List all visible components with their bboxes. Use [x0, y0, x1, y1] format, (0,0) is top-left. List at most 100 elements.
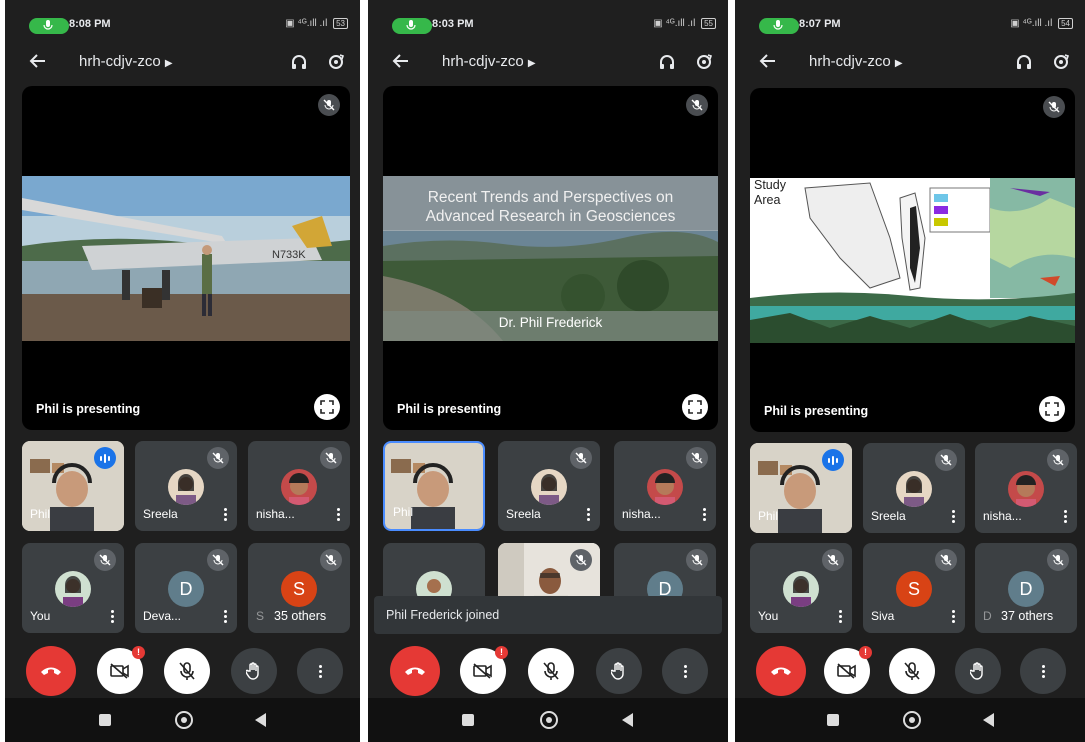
more-vert-icon[interactable] [337, 508, 340, 521]
meeting-title[interactable]: hrh-cdjv-zco ▶ [809, 53, 903, 70]
meeting-title[interactable]: hrh-cdjv-zco ▶ [79, 53, 173, 70]
more-vert-icon[interactable] [1064, 510, 1067, 523]
participant-tile-nisha[interactable]: nisha... [975, 443, 1077, 533]
arrow-left-icon[interactable] [29, 52, 47, 75]
speaking-indicator-icon [822, 449, 844, 471]
raise-hand-button[interactable] [955, 648, 1001, 694]
home-nav-icon[interactable] [540, 711, 558, 729]
participant-tile-others[interactable]: D D 37 others [975, 543, 1077, 633]
status-time: 8:08 PM [69, 18, 111, 30]
participant-tile-sreela[interactable]: Sreela [498, 441, 600, 531]
mic-toggle-button[interactable] [164, 648, 210, 694]
more-vert-icon[interactable] [952, 510, 955, 523]
mic-toggle-button[interactable] [528, 648, 574, 694]
others-count[interactable]: 35 others [274, 609, 326, 623]
camera-flip-icon[interactable] [326, 52, 346, 77]
slide-title: Recent Trends and Perspectives on Advanc… [425, 189, 676, 225]
end-call-icon [41, 667, 61, 675]
caret-right-icon: ▶ [164, 58, 173, 69]
more-vert-icon[interactable] [224, 610, 227, 623]
participant-tile-nisha[interactable]: nisha... [614, 441, 716, 531]
presentation-stage[interactable]: N733K Phil is presenting [22, 86, 350, 430]
back-nav-icon[interactable] [622, 713, 633, 727]
more-options-button[interactable] [662, 648, 708, 694]
more-vert-icon[interactable] [587, 508, 590, 521]
participant-tile-deva[interactable]: D Deva... [135, 543, 237, 633]
end-call-button[interactable] [26, 646, 76, 696]
mic-off-icon [570, 447, 592, 469]
presentation-stage[interactable]: Recent Trends and Perspectives on Advanc… [383, 86, 718, 430]
camera-off-icon [837, 663, 856, 679]
status-icons: ▣ ⁴ᴳ.ıll .ıl 55 [653, 18, 716, 29]
end-call-icon [771, 667, 791, 675]
battery-level: 54 [1058, 18, 1073, 29]
more-options-button[interactable] [1020, 648, 1066, 694]
status-bar: 8:07 PM ▣ ⁴ᴳ.ıll .ıl 54 [735, 6, 1085, 36]
participant-tile-siva[interactable]: S Siva [863, 543, 965, 633]
presentation-stage[interactable]: Study Area Phil is presenting [750, 88, 1075, 432]
more-options-button[interactable] [297, 648, 343, 694]
presenting-label: Phil is presenting [764, 404, 869, 418]
participant-tile-nisha[interactable]: nisha... [248, 441, 350, 531]
end-call-button[interactable] [390, 646, 440, 696]
participant-tile-sreela[interactable]: Sreela [863, 443, 965, 533]
participant-tile-phil[interactable]: Phil [22, 441, 124, 531]
back-nav-icon[interactable] [255, 713, 266, 727]
camera-toggle-button[interactable]: ! [824, 646, 872, 694]
more-vert-icon[interactable] [839, 610, 842, 623]
meeting-title[interactable]: hrh-cdjv-zco ▶ [442, 53, 536, 70]
raise-hand-button[interactable] [231, 648, 277, 694]
ongoing-call-indicator[interactable] [759, 18, 799, 34]
fullscreen-icon[interactable] [682, 394, 708, 420]
more-vert-icon[interactable] [111, 610, 114, 623]
mic-off-icon [320, 549, 342, 571]
headphones-icon[interactable] [290, 53, 308, 76]
raise-hand-button[interactable] [596, 648, 642, 694]
recents-nav-icon[interactable] [827, 714, 839, 726]
participant-name: nisha... [983, 509, 1022, 523]
ongoing-call-indicator[interactable] [392, 18, 432, 34]
participant-tile-phil[interactable]: Phil [383, 441, 485, 531]
recents-nav-icon[interactable] [462, 714, 474, 726]
mic-off-icon [935, 549, 957, 571]
phone-screen-2: 8:03 PM ▣ ⁴ᴳ.ıll .ıl 55 hrh-cdjv-zco ▶ R… [368, 0, 728, 742]
participant-name: Sreela [871, 509, 906, 523]
camera-flip-icon[interactable] [1051, 52, 1071, 77]
participant-tile-phil[interactable]: Phil [750, 443, 852, 533]
headphones-icon[interactable] [658, 53, 676, 76]
mic-off-icon [320, 447, 342, 469]
mic-off-icon [1047, 549, 1069, 571]
back-nav-icon[interactable] [983, 713, 994, 727]
ongoing-call-indicator[interactable] [29, 18, 69, 34]
recents-nav-icon[interactable] [99, 714, 111, 726]
participant-tile-others[interactable]: S S 35 others [248, 543, 350, 633]
participant-name: You [30, 609, 51, 623]
others-count[interactable]: 37 others [1001, 609, 1053, 623]
camera-flip-icon[interactable] [694, 52, 714, 77]
fullscreen-icon[interactable] [1039, 396, 1065, 422]
home-nav-icon[interactable] [175, 711, 193, 729]
participant-tile-sreela[interactable]: Sreela [135, 441, 237, 531]
status-bar: 8:08 PM ▣ ⁴ᴳ.ıll .ıl 53 [5, 6, 360, 36]
mic-toggle-button[interactable] [889, 648, 935, 694]
arrow-left-icon[interactable] [759, 52, 777, 75]
participant-tile-you[interactable]: You [750, 543, 852, 633]
more-vert-icon[interactable] [952, 610, 955, 623]
android-nav-bar [735, 698, 1085, 742]
mic-off-icon [207, 447, 229, 469]
camera-toggle-button[interactable]: ! [97, 646, 145, 694]
more-vert-icon [683, 664, 687, 678]
home-nav-icon[interactable] [903, 711, 921, 729]
headphones-icon[interactable] [1015, 53, 1033, 76]
participant-tile-you[interactable]: You [22, 543, 124, 633]
status-time: 8:07 PM [799, 18, 841, 30]
more-vert-icon[interactable] [224, 508, 227, 521]
phone-screen-1: 8:08 PM ▣ ⁴ᴳ.ıll .ıl 53 hrh-cdjv-zco ▶ N… [5, 0, 360, 742]
arrow-left-icon[interactable] [392, 52, 410, 75]
fullscreen-icon[interactable] [314, 394, 340, 420]
presenting-label: Phil is presenting [36, 402, 141, 416]
camera-toggle-button[interactable]: ! [460, 646, 508, 694]
end-call-button[interactable] [756, 646, 806, 696]
shared-slide: Study Area [750, 178, 1075, 343]
more-vert-icon[interactable] [703, 508, 706, 521]
